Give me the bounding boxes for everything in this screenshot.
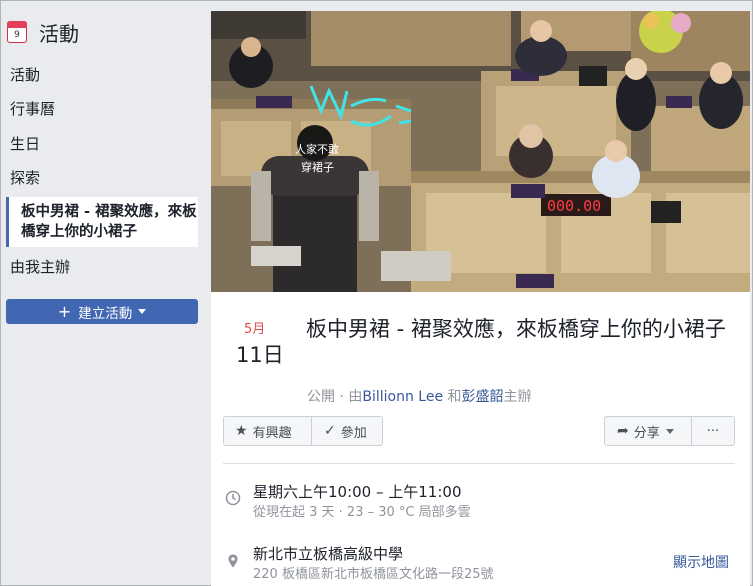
event-title: 板中男裙 - 裙聚效應，來板橋穿上你的小裙子 <box>306 317 726 341</box>
star-icon: ★ <box>235 423 248 439</box>
event-time-weather: 從現在起 3 天 · 23 – 30 °C 局部多雲 <box>253 505 471 520</box>
sidebar-item-birthdays[interactable]: 生日 <box>10 134 40 154</box>
show-map-link[interactable]: 顯示地圖 <box>673 552 729 572</box>
and-label: 和 <box>447 389 462 405</box>
more-options-button[interactable]: ··· <box>691 416 735 446</box>
svg-text:000.00: 000.00 <box>547 197 601 215</box>
svg-text:穿裙子: 穿裙子 <box>301 160 334 174</box>
caret-down-icon <box>665 428 674 434</box>
svg-text:人家不敢: 人家不敢 <box>295 142 339 156</box>
clock-icon <box>225 490 241 506</box>
interested-button[interactable]: ★ 有興趣 <box>223 416 312 446</box>
event-meta: 公開 · 由Billionn Lee 和彭盛韶主辦 <box>307 389 532 405</box>
caret-down-icon <box>138 309 147 314</box>
event-main: 000.00 人家不敢 穿裙子 5月 11日 板中男裙 - 裙聚效應，來板橋穿上… <box>211 11 750 586</box>
host-link-2[interactable]: 彭盛韶 <box>462 389 504 405</box>
event-day: 11日 <box>236 343 284 367</box>
sidebar-item-hosting[interactable]: 由我主辦 <box>10 257 70 277</box>
visibility-label: 公開 <box>307 389 335 405</box>
calendar-icon: 9 <box>7 21 27 43</box>
cover-photo[interactable]: 000.00 人家不敢 穿裙子 <box>211 11 750 292</box>
by-label: 由 <box>348 389 363 405</box>
sidebar-item-events[interactable]: 活動 <box>10 65 40 85</box>
event-location[interactable]: 新北市立板橋高級中學 <box>253 543 403 564</box>
sidebar-item-discover[interactable]: 探索 <box>10 168 40 188</box>
host-link-1[interactable]: Billionn Lee <box>362 389 443 405</box>
event-month: 5月 <box>244 322 266 337</box>
sidebar-item-calendar[interactable]: 行事曆 <box>10 99 55 119</box>
sidebar-header[interactable]: 9 活動 <box>7 15 79 49</box>
app-window: 9 活動 活動 行事曆 生日 探索 板中男裙 - 裙聚效應，來板橋穿上你的小裙子… <box>0 0 753 586</box>
going-button[interactable]: ✓ 參加 <box>311 416 383 446</box>
plus-icon: + <box>57 301 72 321</box>
sidebar-title: 活動 <box>39 21 79 46</box>
hosting-suffix: 主辦 <box>503 389 532 405</box>
going-label: 參加 <box>340 425 367 441</box>
create-event-label: 建立活動 <box>78 305 133 322</box>
event-address: 220 板橋區新北市板橋區文化路一段25號 <box>253 567 494 582</box>
create-event-button[interactable]: + 建立活動 <box>6 299 198 324</box>
check-icon: ✓ <box>324 423 336 439</box>
share-label: 分享 <box>633 425 660 441</box>
location-pin-icon <box>228 554 238 568</box>
cover-photo-art: 000.00 人家不敢 穿裙子 <box>211 11 750 292</box>
sidebar: 9 活動 活動 行事曆 生日 探索 板中男裙 - 裙聚效應，來板橋穿上你的小裙子… <box>1 1 206 586</box>
event-time: 星期六上午10:00 – 上午11:00 <box>253 483 462 501</box>
divider <box>223 463 735 464</box>
sidebar-item-current-event[interactable]: 板中男裙 - 裙聚效應，來板橋穿上你的小裙子 <box>6 197 198 247</box>
share-arrow-icon: ➦ <box>617 423 629 439</box>
share-button[interactable]: ➦ 分享 <box>604 416 692 446</box>
interested-label: 有興趣 <box>252 425 292 441</box>
